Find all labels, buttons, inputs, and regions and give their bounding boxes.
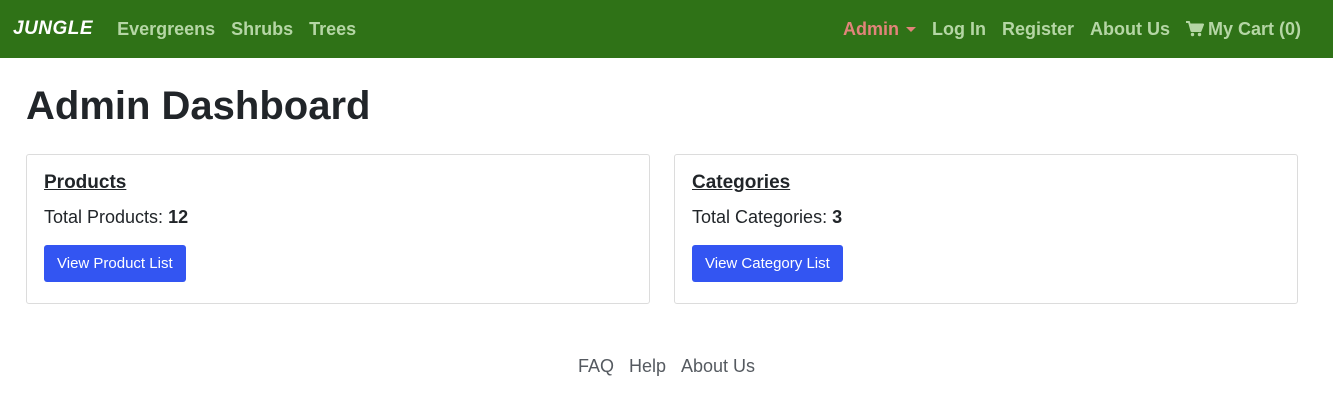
total-categories-text: Total Categories: 3 [692,205,1280,229]
footer-link-about-us[interactable]: About Us [681,356,755,376]
admin-dropdown[interactable]: Admin [843,19,916,40]
categories-card-title[interactable]: Categories [692,171,790,195]
register-link[interactable]: Register [1002,19,1074,40]
shopping-cart-icon [1185,21,1204,37]
nav-left: JUNGLE Evergreens Shrubs Trees [13,18,372,40]
caret-down-icon [905,26,916,32]
nav-link-trees[interactable]: Trees [309,19,356,40]
categories-card: Categories Total Categories: 3 View Cate… [674,154,1298,304]
nav-link-shrubs[interactable]: Shrubs [231,19,293,40]
my-cart-link[interactable]: My Cart (0) [1185,18,1301,40]
footer-link-faq[interactable]: FAQ [578,356,614,376]
total-products-text: Total Products: 12 [44,205,632,229]
footer: FAQ Help About Us [0,356,1333,377]
view-category-list-button[interactable]: View Category List [692,245,843,282]
brand-logo[interactable]: JUNGLE [13,18,93,40]
page-title: Admin Dashboard [26,84,371,128]
total-categories-label: Total Categories: [692,207,828,227]
total-categories-count: 3 [832,207,843,227]
view-product-list-button[interactable]: View Product List [44,245,186,282]
my-cart-label: My Cart (0) [1207,18,1301,39]
total-products-label: Total Products: [44,207,164,227]
admin-dropdown-label: Admin [842,18,899,39]
products-card-title[interactable]: Products [44,171,126,195]
nav-right: Admin Log In Register About Us My Cart (… [843,19,1301,40]
footer-link-help[interactable]: Help [629,356,666,376]
nav-link-evergreens[interactable]: Evergreens [117,19,215,40]
top-navbar: JUNGLE Evergreens Shrubs Trees Admin Log… [0,0,1333,58]
about-us-link[interactable]: About Us [1090,19,1170,40]
total-products-count: 12 [168,207,189,227]
products-card: Products Total Products: 12 View Product… [26,154,650,304]
login-link[interactable]: Log In [932,19,986,40]
